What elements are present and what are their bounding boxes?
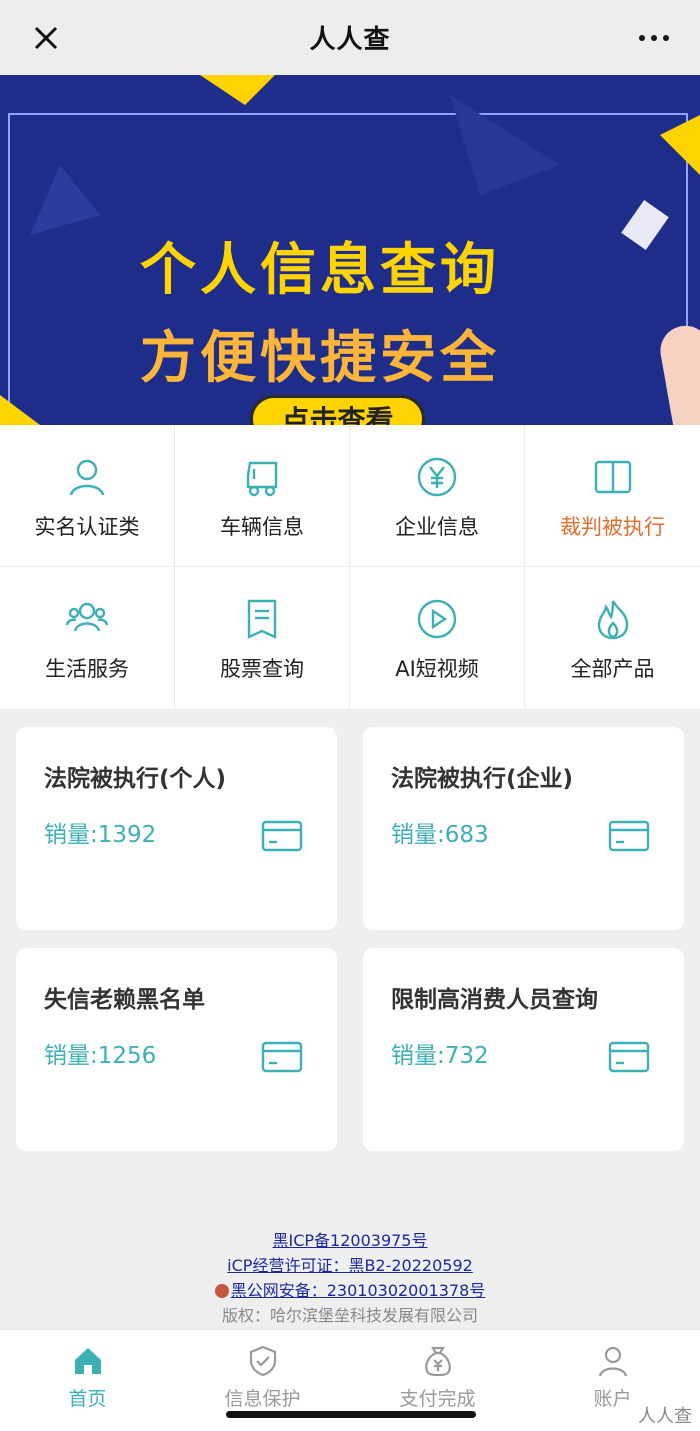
more-icon[interactable]: [634, 22, 674, 54]
card-icon: [608, 820, 650, 852]
banner-cta-button[interactable]: 点击查看: [250, 395, 425, 425]
tab-home[interactable]: 首页: [0, 1330, 175, 1431]
police-badge-icon: [214, 1284, 229, 1298]
category-real-name[interactable]: 实名认证类: [0, 425, 175, 567]
tab-label: 首页: [68, 1388, 107, 1410]
product-card[interactable]: 限制高消费人员查询 销量:732: [363, 948, 684, 1151]
category-vehicle[interactable]: 车辆信息: [175, 425, 350, 567]
home-indicator[interactable]: [226, 1411, 476, 1418]
category-grid: 实名认证类 车辆信息 企业信息 裁判被执行 生活服务 股票查询 AI短视频 全部…: [0, 425, 700, 710]
page-title: 人人查: [309, 25, 391, 55]
vehicle-icon: [246, 461, 278, 497]
home-icon: [74, 1348, 101, 1374]
category-life-service[interactable]: 生活服务: [0, 567, 175, 710]
book-icon: [594, 460, 631, 494]
money-bag-icon: [424, 1346, 451, 1377]
category-label: 企业信息: [395, 515, 479, 539]
flame-icon: [597, 600, 628, 640]
watermark: 人人查: [638, 1406, 692, 1427]
category-judgment[interactable]: 裁判被执行: [525, 425, 700, 567]
product-title: 法院被执行(企业): [391, 766, 574, 792]
promo-banner[interactable]: 个人信息查询 方便快捷安全 点击查看: [0, 75, 700, 425]
category-label: 全部产品: [570, 657, 655, 681]
icp-link[interactable]: 黑ICP备12003975号: [273, 1231, 428, 1250]
site-footer: 黑ICP备12003975号 iCP经营许可证：黑B2-20220592 黑公网…: [0, 1228, 700, 1328]
license-link[interactable]: iCP经营许可证：黑B2-20220592: [227, 1256, 473, 1275]
document-icon: [247, 599, 277, 639]
product-title: 失信老赖黑名单: [44, 987, 205, 1013]
banner-subheadline: 方便快捷安全: [140, 326, 500, 391]
category-label: 股票查询: [220, 657, 304, 681]
play-icon: [417, 599, 457, 639]
banner-headline: 个人信息查询: [140, 238, 500, 303]
product-card[interactable]: 失信老赖黑名单 销量:1256: [16, 948, 337, 1151]
tab-label: 信息保护: [224, 1388, 301, 1410]
product-card[interactable]: 法院被执行(个人) 销量:1392: [16, 727, 337, 930]
user-icon: [69, 459, 105, 496]
category-label: 车辆信息: [220, 515, 304, 539]
police-record-link[interactable]: 黑公网安备：23010302001378号: [231, 1281, 486, 1300]
product-title: 法院被执行(个人): [44, 766, 227, 792]
product-sales: 销量:683: [391, 822, 489, 848]
tab-label: 支付完成: [399, 1388, 476, 1410]
yen-icon: [417, 457, 457, 497]
product-sales: 销量:1256: [44, 1043, 157, 1069]
product-title: 限制高消费人员查询: [391, 987, 598, 1013]
category-label: AI短视频: [395, 657, 479, 681]
card-icon: [261, 1041, 303, 1073]
category-label: 实名认证类: [34, 515, 140, 539]
card-icon: [608, 1041, 650, 1073]
card-icon: [261, 820, 303, 852]
product-card[interactable]: 法院被执行(企业) 销量:683: [363, 727, 684, 930]
shield-check-icon: [249, 1345, 276, 1377]
category-label: 裁判被执行: [560, 515, 665, 539]
copyright-text: 版权：哈尔滨堡垒科技发展有限公司: [221, 1306, 478, 1325]
category-enterprise[interactable]: 企业信息: [350, 425, 525, 567]
tab-label: 账户: [593, 1388, 632, 1410]
category-all-products[interactable]: 全部产品: [525, 567, 700, 710]
account-icon: [598, 1346, 627, 1377]
group-icon: [65, 602, 109, 632]
category-stock[interactable]: 股票查询: [175, 567, 350, 710]
product-sales: 销量:1392: [44, 822, 157, 848]
category-ai-video[interactable]: AI短视频: [350, 567, 525, 710]
product-sales: 销量:732: [391, 1043, 489, 1069]
product-cards: 法院被执行(个人) 销量:1392 法院被执行(企业) 销量:683 失信老赖黑…: [16, 727, 684, 1151]
top-bar: 人人查: [0, 0, 700, 75]
close-icon[interactable]: [28, 20, 64, 56]
category-label: 生活服务: [45, 657, 129, 681]
